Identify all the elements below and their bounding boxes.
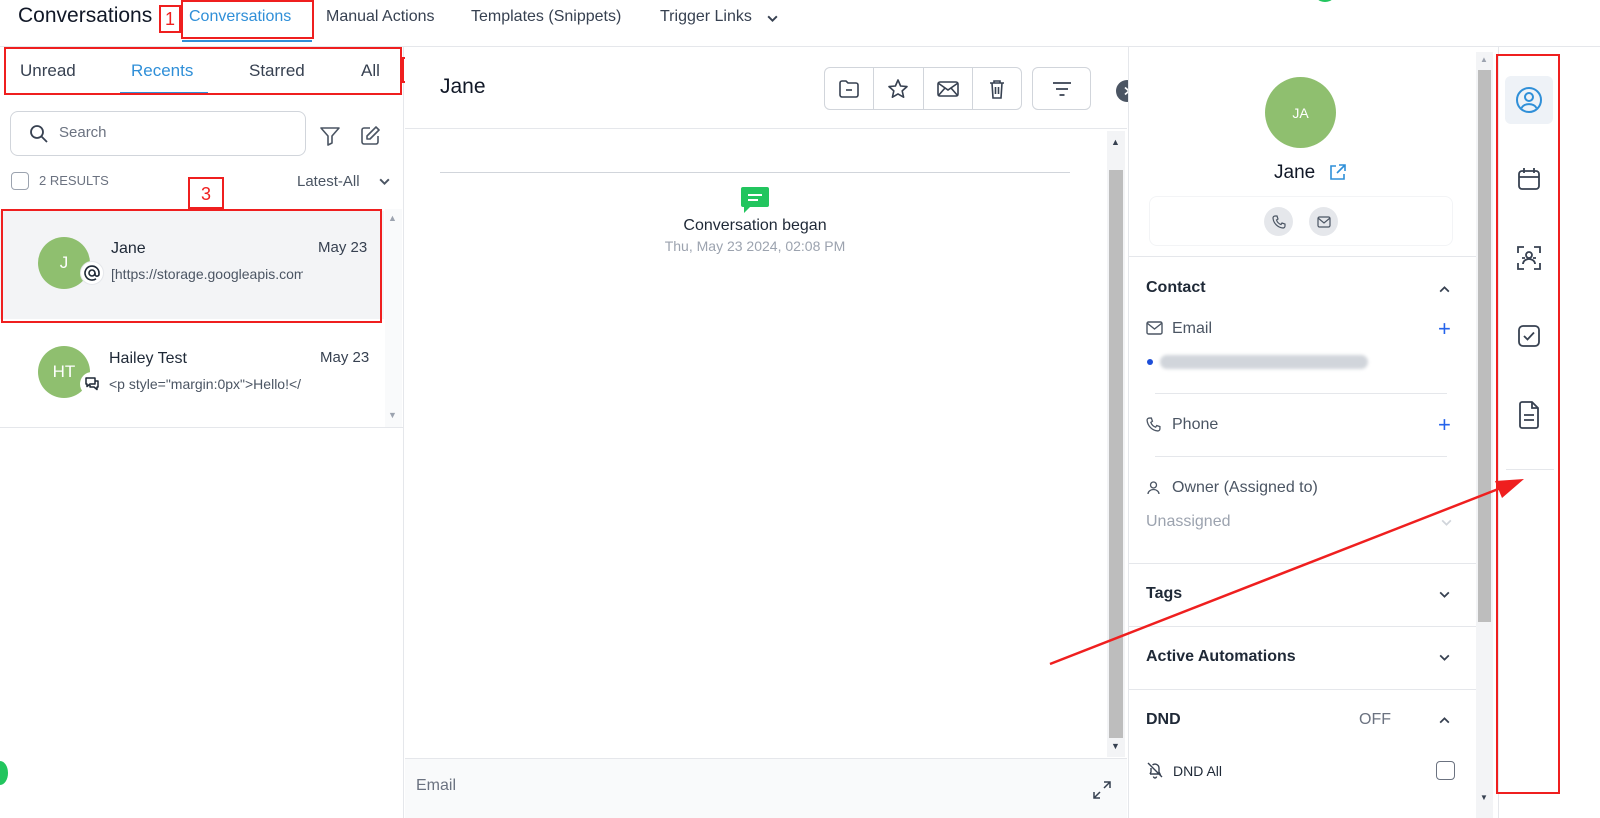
- add-email-button[interactable]: +: [1438, 318, 1451, 340]
- sort-chevron-down-icon[interactable]: [378, 175, 391, 188]
- scroll-down-arrow-icon[interactable]: ▼: [388, 410, 397, 420]
- scroll-up-arrow-icon[interactable]: ▲: [388, 213, 397, 223]
- star-icon: [887, 78, 909, 100]
- annotation-number-3: 3: [200, 184, 211, 204]
- search-box: [10, 111, 306, 156]
- compose-icon[interactable]: [360, 125, 381, 146]
- dnd-section-title[interactable]: DND: [1146, 711, 1181, 729]
- scroll-down-arrow-icon[interactable]: ▼: [1480, 793, 1488, 802]
- composer-channel[interactable]: Email: [416, 777, 456, 795]
- conversation-date: May 23: [320, 349, 370, 366]
- bell-off-icon: [1146, 761, 1164, 779]
- annotation-box-1: [181, 0, 314, 39]
- event-timestamp: Thu, May 23 2024, 02:08 PM: [664, 238, 846, 254]
- dnd-chevron-up-icon[interactable]: [1438, 714, 1451, 727]
- email-divider: [1155, 393, 1447, 394]
- annotation-arrow: [1049, 479, 1524, 666]
- chevron-up-icon[interactable]: [1438, 283, 1451, 296]
- profile-divider: [1128, 256, 1476, 257]
- select-all-checkbox[interactable]: [11, 172, 29, 190]
- message-icon: [740, 187, 770, 215]
- dnd-all-checkbox[interactable]: [1436, 761, 1455, 780]
- list-bottom-divider: [0, 427, 403, 428]
- envelope-icon: [936, 79, 960, 99]
- phone-icon: [1271, 214, 1286, 229]
- mail-icon: [1316, 215, 1331, 228]
- email-envelope-icon: [1146, 321, 1163, 335]
- search-icon: [29, 124, 49, 144]
- scroll-up-arrow-icon[interactable]: ▲: [1480, 55, 1488, 64]
- scroll-down-arrow-icon[interactable]: ▼: [1111, 741, 1120, 751]
- filter-messages-button[interactable]: [1032, 67, 1091, 110]
- list-scrollbar[interactable]: [385, 209, 402, 427]
- app-title: Conversations: [18, 4, 153, 27]
- tab-trigger-links[interactable]: Trigger Links: [660, 8, 752, 26]
- conversation-contact-name: Jane: [440, 75, 486, 98]
- email-bullet: [1147, 359, 1153, 365]
- conversation-name: Hailey Test: [109, 350, 187, 367]
- status-indicator: [1313, 0, 1337, 2]
- trash-icon: [987, 78, 1007, 100]
- scroll-up-arrow-icon[interactable]: ▲: [1111, 137, 1120, 147]
- email-button[interactable]: [1309, 207, 1338, 236]
- phone-field-icon: [1146, 417, 1161, 432]
- annotation-number-1: 1: [164, 9, 175, 29]
- tab-templates-snippets[interactable]: Templates (Snippets): [471, 8, 621, 26]
- phone-divider: [1155, 456, 1447, 457]
- timeline-divider: [440, 172, 1070, 173]
- annotation-box-rail: [1496, 54, 1560, 794]
- composer[interactable]: [405, 759, 1127, 818]
- conversation-toolbar: [824, 67, 1022, 110]
- sort-dropdown[interactable]: Latest-All: [297, 173, 360, 190]
- conversation-item-hailey-test[interactable]: HT Hailey Test May 23 <p style="margin:0…: [0, 319, 384, 427]
- chat-bubbles-icon: [80, 372, 104, 396]
- event-title: Conversation began: [683, 217, 827, 234]
- filter-icon[interactable]: [319, 125, 341, 147]
- active-tab-underline: [182, 40, 312, 42]
- header-divider: [405, 128, 1127, 129]
- contact-name: Jane: [1274, 162, 1316, 183]
- email-value-redacted: [1160, 355, 1368, 369]
- annotation-box-3: [1, 209, 382, 323]
- quick-actions-card: [1149, 196, 1453, 246]
- external-link-icon[interactable]: [1328, 163, 1347, 182]
- trigger-links-label: Trigger Links: [660, 8, 752, 25]
- annotation-box-2: [4, 47, 402, 95]
- call-button[interactable]: [1264, 207, 1293, 236]
- expand-icon[interactable]: [1092, 780, 1112, 800]
- tab-manual-actions[interactable]: Manual Actions: [326, 8, 435, 26]
- chevron-down-icon[interactable]: [766, 12, 779, 25]
- contact-avatar: JA: [1265, 77, 1336, 148]
- mark-unread-button[interactable]: [924, 68, 973, 109]
- conversation-list-panel: Unread Recents Starred All 2 RESULTS Lat…: [0, 47, 404, 818]
- results-count: 2 RESULTS: [39, 173, 109, 188]
- email-field-label: Email: [1172, 320, 1213, 337]
- filter-lines-icon: [1051, 81, 1073, 97]
- move-to-folder-button[interactable]: [825, 68, 875, 109]
- conversation-preview: <p style="margin:0px">Hello!</: [109, 376, 301, 392]
- star-button[interactable]: [874, 68, 924, 109]
- conversation-detail-panel: [405, 47, 1128, 818]
- automations-divider: [1128, 689, 1476, 690]
- phone-field-label: Phone: [1172, 416, 1219, 433]
- delete-button[interactable]: [973, 68, 1021, 109]
- dnd-status: OFF: [1359, 711, 1391, 728]
- dnd-all-label: DND All: [1173, 763, 1223, 779]
- add-phone-button[interactable]: +: [1438, 414, 1451, 436]
- folder-icon: [838, 79, 860, 99]
- search-input[interactable]: [59, 124, 289, 141]
- contact-section-title: Contact: [1146, 279, 1206, 296]
